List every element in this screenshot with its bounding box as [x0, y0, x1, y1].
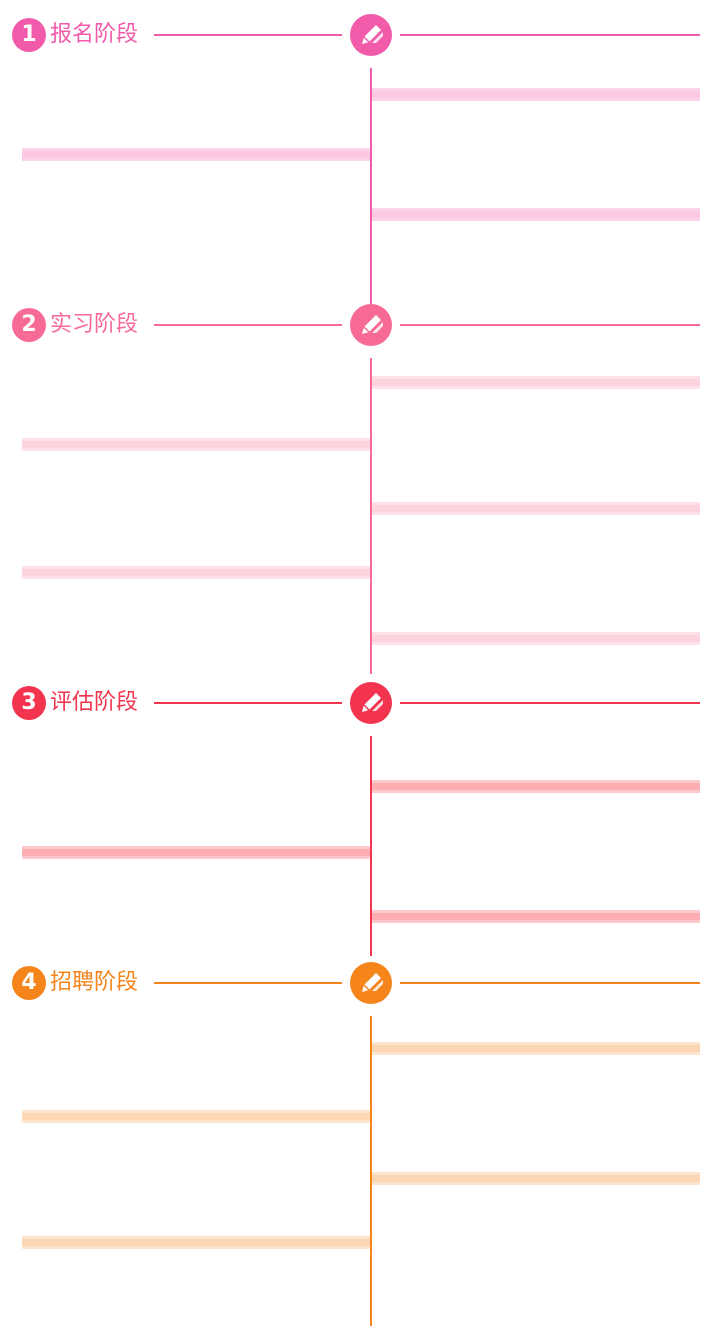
- timeline-bar: [372, 632, 700, 645]
- timeline-bar: [22, 1110, 370, 1123]
- pencil-icon: [350, 962, 392, 1004]
- timeline-bar: [22, 566, 370, 579]
- connector-line-right: [400, 324, 700, 326]
- timeline-bar: [22, 148, 370, 161]
- connector-line-right: [400, 34, 700, 36]
- timeline-bar: [372, 88, 700, 101]
- stage-title: 报名阶段: [50, 22, 139, 47]
- connector-line-right: [400, 982, 700, 984]
- connector-line-left: [154, 982, 342, 984]
- timeline-vertical-line: [370, 1016, 372, 1326]
- timeline-bar: [372, 208, 700, 221]
- stage-title: 招聘阶段: [50, 970, 139, 995]
- stage-header: 4 招聘阶段: [0, 962, 720, 1004]
- timeline-bar: [372, 376, 700, 389]
- connector-line-left: [154, 34, 342, 36]
- timeline-vertical-line: [370, 68, 372, 306]
- pencil-icon: [350, 14, 392, 56]
- connector-line-left: [154, 702, 342, 704]
- timeline-bar: [22, 846, 370, 859]
- stage-header: 2 实习阶段: [0, 304, 720, 346]
- stage-title: 实习阶段: [50, 312, 139, 337]
- timeline-bar: [22, 438, 370, 451]
- stage-header: 1 报名阶段: [0, 14, 720, 56]
- stage-number-badge: 3: [12, 686, 46, 720]
- timeline-bar: [22, 1236, 370, 1249]
- timeline-bar: [372, 1042, 700, 1055]
- connector-line-right: [400, 702, 700, 704]
- stage-number-badge: 1: [12, 18, 46, 52]
- pencil-icon: [350, 304, 392, 346]
- timeline-vertical-line: [370, 358, 372, 674]
- timeline-bar: [372, 1172, 700, 1185]
- timeline-bar: [372, 780, 700, 793]
- stage-header: 3 评估阶段: [0, 682, 720, 724]
- timeline-bar: [372, 910, 700, 923]
- stage-number-badge: 2: [12, 308, 46, 342]
- stage-title: 评估阶段: [50, 690, 139, 715]
- pencil-icon: [350, 682, 392, 724]
- stage-number-badge: 4: [12, 966, 46, 1000]
- timeline-bar: [372, 502, 700, 515]
- timeline-vertical-line: [370, 736, 372, 956]
- connector-line-left: [154, 324, 342, 326]
